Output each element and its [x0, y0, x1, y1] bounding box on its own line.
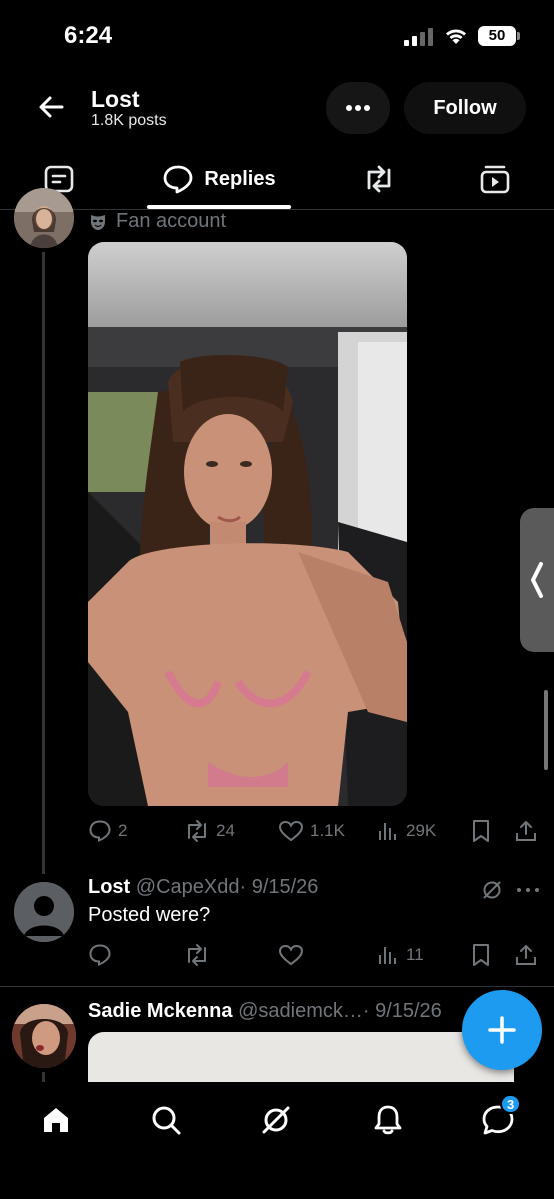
divider	[0, 986, 554, 987]
like-button[interactable]: 1.1K	[278, 816, 345, 846]
reply-button[interactable]	[88, 940, 112, 970]
repost-button[interactable]	[184, 940, 210, 970]
cellular-signal-icon	[404, 28, 433, 46]
side-panel-handle[interactable]	[520, 508, 554, 652]
share-button[interactable]	[514, 940, 538, 970]
mask-icon	[91, 214, 105, 230]
reply-icon	[89, 820, 111, 842]
fan-account-label: Fan account	[88, 210, 226, 233]
tab-reposts[interactable]	[340, 150, 418, 208]
bookmark-icon	[473, 944, 489, 966]
reply-author-handle[interactable]: @sadiemck…	[238, 1000, 363, 1022]
reply-header: Sadie Mckenna @sadiemck…· 9/15/26	[88, 1000, 442, 1023]
share-icon	[516, 945, 536, 965]
reply-date: · 9/15/26	[239, 876, 319, 898]
share-icon	[516, 821, 536, 841]
profile-header: Lost 1.8K posts Follow	[0, 72, 554, 148]
bookmark-icon	[473, 820, 489, 842]
reply-author-name[interactable]: Lost	[88, 876, 130, 898]
nav-grok[interactable]	[254, 1098, 298, 1142]
post-actions: 2 24 1.1K 29K	[88, 816, 538, 846]
like-count: 1.1K	[310, 821, 345, 840]
nav-notifications[interactable]	[366, 1098, 410, 1142]
avatar[interactable]	[14, 188, 74, 248]
views-icon	[379, 823, 396, 840]
profile-tabs: Replies	[0, 150, 554, 210]
more-dots-icon	[346, 105, 370, 111]
grok-icon[interactable]	[480, 878, 504, 902]
search-icon	[152, 1106, 181, 1135]
view-count: 29K	[406, 821, 437, 840]
avatar[interactable]	[14, 882, 74, 942]
speech-bubble-icon	[164, 165, 193, 194]
reply-header: Lost @CapeXdd· 9/15/26	[88, 876, 318, 899]
home-icon	[44, 1108, 68, 1132]
repost-button[interactable]: 24	[184, 816, 235, 846]
avatar-photo	[14, 188, 74, 248]
views-button[interactable]: 11	[376, 940, 424, 970]
heart-icon	[278, 820, 304, 842]
wifi-icon	[446, 29, 466, 44]
status-time: 6:24	[64, 22, 113, 49]
fan-account-text: Fan account	[116, 210, 227, 232]
reply-actions: 11	[88, 940, 538, 970]
active-tab-indicator	[147, 205, 291, 209]
reply-author-name[interactable]: Sadie Mckenna	[88, 1000, 233, 1022]
heart-icon	[278, 944, 304, 966]
repost-count: 24	[216, 821, 235, 840]
reply-date: · 9/15/26	[362, 1000, 442, 1022]
reply-text: Posted were?	[88, 904, 211, 926]
plus-icon	[488, 1016, 516, 1044]
repost-icon	[367, 165, 391, 193]
like-button[interactable]	[278, 940, 304, 970]
reply-author-handle[interactable]: @CapeXdd	[136, 876, 240, 898]
page-title: Lost	[91, 86, 140, 112]
avatar[interactable]	[12, 1004, 76, 1068]
status-bar: 6:24 50	[0, 0, 554, 72]
follow-button[interactable]: Follow	[404, 82, 526, 134]
repost-icon	[188, 944, 206, 966]
tab-media[interactable]	[456, 150, 534, 208]
grok-icon	[262, 1106, 290, 1134]
view-count: 11	[406, 945, 424, 964]
photo	[88, 242, 407, 806]
media-icon	[480, 165, 510, 194]
messages-badge: 3	[500, 1094, 522, 1114]
nav-search[interactable]	[144, 1098, 188, 1142]
bottom-navigation: 3	[0, 1082, 554, 1199]
scrollbar[interactable]	[544, 690, 548, 770]
post-media-image[interactable]	[88, 242, 407, 806]
views-icon	[379, 947, 396, 964]
nav-messages[interactable]: 3	[476, 1094, 522, 1142]
post-count: 1.8K posts	[91, 112, 167, 129]
reply-media-preview[interactable]	[88, 1032, 514, 1082]
views-button[interactable]: 29K	[376, 816, 436, 846]
thread-line	[42, 1072, 45, 1082]
thread-line	[42, 252, 45, 874]
reply-icon	[89, 944, 111, 966]
bell-icon	[374, 1105, 402, 1135]
share-button[interactable]	[514, 816, 538, 846]
repost-icon	[188, 820, 206, 842]
back-arrow-icon[interactable]	[34, 90, 68, 124]
chevron-left-icon	[531, 562, 543, 598]
reply-button[interactable]: 2	[88, 816, 127, 846]
more-dots-icon[interactable]	[514, 878, 542, 902]
default-avatar-icon	[14, 882, 74, 942]
compose-button[interactable]	[462, 990, 542, 1070]
battery-indicator: 50	[478, 26, 520, 46]
bookmark-button[interactable]	[470, 940, 492, 970]
tab-replies[interactable]: Replies	[147, 150, 291, 208]
more-options-button[interactable]	[326, 82, 390, 134]
avatar-photo	[12, 1004, 76, 1068]
bookmark-button[interactable]	[470, 816, 492, 846]
reply-count: 2	[118, 821, 128, 840]
tab-replies-label: Replies	[204, 167, 276, 190]
nav-home[interactable]	[34, 1098, 78, 1142]
